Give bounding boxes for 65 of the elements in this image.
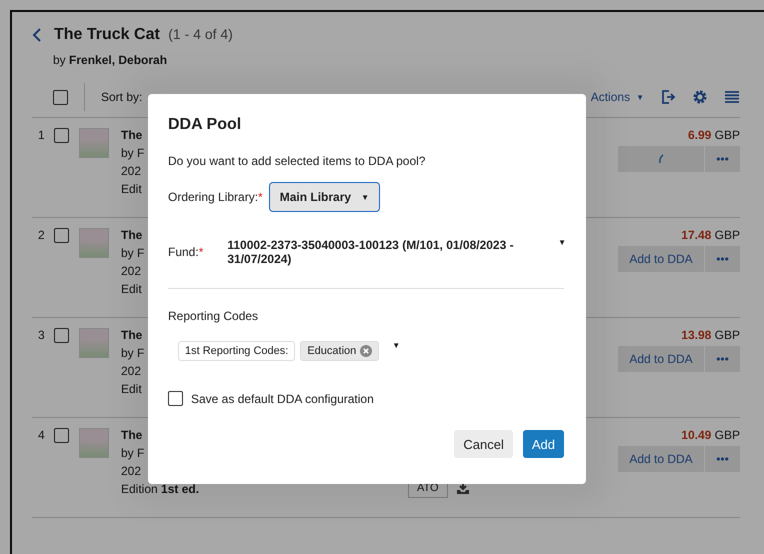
reporting-code-tag: Education	[300, 341, 380, 361]
dialog-question: Do you want to add selected items to DDA pool?	[168, 154, 426, 168]
save-default-label: Save as default DDA configuration	[191, 392, 374, 406]
book-cover-placeholder	[79, 228, 109, 258]
row-number: 4	[38, 428, 46, 444]
remove-icon[interactable]	[360, 345, 372, 357]
book-edition: Edition 1st ed.	[121, 482, 200, 496]
price: 13.98 GBP	[681, 328, 740, 342]
row-number: 2	[38, 228, 46, 244]
book-year: 202	[121, 364, 142, 378]
book-title: The	[121, 128, 144, 142]
more-options-button[interactable]: •••	[705, 346, 740, 372]
author-line: by Frenkel, Deborah	[53, 53, 168, 67]
settings-icon[interactable]	[692, 89, 708, 105]
row-checkbox[interactable]	[54, 228, 69, 243]
list-view-icon[interactable]	[724, 89, 740, 105]
export-icon[interactable]	[660, 89, 676, 105]
book-author: by F	[121, 146, 144, 160]
cancel-button[interactable]: Cancel	[454, 430, 513, 458]
fund-label: Fund:*	[168, 245, 204, 259]
add-to-dda-button[interactable]: Add to DDA	[618, 446, 704, 472]
more-options-button[interactable]: •••	[705, 246, 740, 272]
row-number: 1	[38, 128, 46, 144]
book-title: The	[121, 328, 144, 342]
book-author: by F	[121, 346, 144, 360]
book-year: 202	[121, 164, 142, 178]
price: 10.49 GBP	[681, 428, 740, 442]
reporting-codes-dropdown[interactable]: ▼	[392, 341, 400, 350]
loading-spinner-icon	[658, 154, 664, 164]
reporting-code-label: 1st Reporting Codes:	[178, 341, 296, 361]
download-icon[interactable]	[456, 481, 470, 495]
add-to-dda-button[interactable]: Add to DDA	[618, 246, 704, 272]
book-author: by F	[121, 446, 146, 460]
save-default-checkbox[interactable]	[168, 391, 183, 406]
fund-select[interactable]: 110002-2373-35040003-100123 (M/101, 01/08/2023 - 31/07/2024) ▼	[227, 238, 566, 266]
book-cover-placeholder	[79, 128, 109, 158]
add-to-dda-button[interactable]: Add to DDA	[618, 346, 704, 372]
more-options-button[interactable]: •••	[705, 146, 740, 172]
dialog-title: DDA Pool	[168, 116, 242, 134]
book-edition: Edit	[121, 282, 143, 296]
row-checkbox[interactable]	[54, 128, 69, 143]
row-number: 3	[38, 328, 46, 344]
more-options-button[interactable]: •••	[705, 446, 740, 472]
book-cover-placeholder	[79, 428, 109, 458]
add-button[interactable]: Add	[522, 430, 564, 458]
book-edition: Edit	[121, 382, 143, 396]
price: 6.99 GBP	[688, 128, 740, 142]
row-checkbox[interactable]	[54, 428, 69, 443]
record-title: The Truck Cat	[54, 26, 160, 43]
book-title: The	[121, 228, 144, 242]
book-cover-placeholder	[79, 328, 109, 358]
price: 17.48 GBP	[681, 228, 740, 242]
ordering-library-select[interactable]: Main Library ▼	[268, 182, 380, 212]
result-count: (1 - 4 of 4)	[168, 26, 233, 42]
book-edition: Edit	[121, 182, 143, 196]
reporting-codes-heading: Reporting Codes	[168, 309, 258, 323]
book-author: by F	[121, 246, 144, 260]
row-checkbox[interactable]	[54, 328, 69, 343]
book-title: The	[121, 428, 144, 442]
ordering-library-label: Ordering Library:*	[168, 190, 264, 204]
select-all-checkbox[interactable]	[53, 90, 68, 104]
sort-label: Sort by:	[101, 90, 142, 104]
actions-menu[interactable]: Actions ▼	[590, 90, 644, 104]
book-year: 202	[121, 464, 142, 478]
book-year: 202	[121, 264, 142, 278]
